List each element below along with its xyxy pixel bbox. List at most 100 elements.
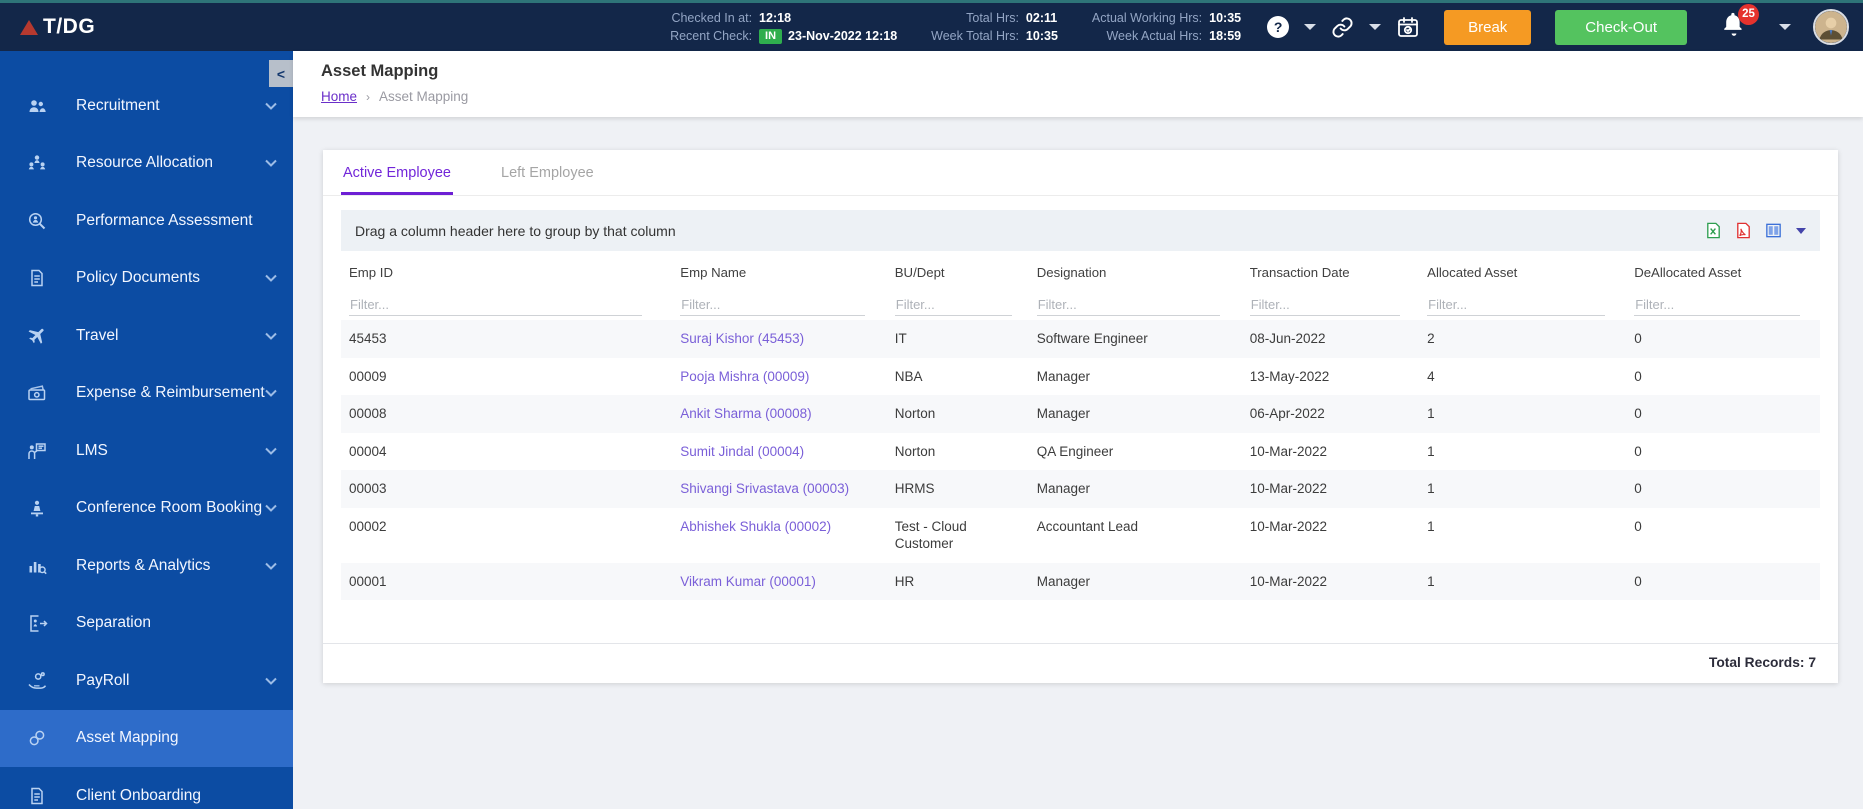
cell-allocated: 1 <box>1427 443 1435 459</box>
cell-allocated: 1 <box>1427 406 1435 422</box>
cell-deallocated: 0 <box>1634 573 1642 589</box>
filter-input-emp-id[interactable] <box>349 294 643 316</box>
cell-allocated: 1 <box>1427 481 1435 497</box>
grid-empty-space <box>341 600 1820 643</box>
chevron-down-icon[interactable] <box>1369 24 1382 30</box>
link-icon[interactable] <box>1331 16 1354 39</box>
sidebar-item-policy-documents[interactable]: Policy Documents <box>0 250 293 308</box>
column-header-transaction-date[interactable]: Transaction Date <box>1242 251 1419 284</box>
calendar-check-icon[interactable] <box>1396 15 1420 39</box>
filter-input-transaction-date[interactable] <box>1249 294 1400 316</box>
cell-transaction-date: 10-Mar-2022 <box>1249 518 1327 534</box>
checkin-stat-group: Checked In at: 12:18 Recent Check: IN 23… <box>670 11 897 44</box>
cell-bu-dept: NBA <box>894 368 923 384</box>
cell-allocated: 4 <box>1427 368 1435 384</box>
cell-transaction-date: 10-Mar-2022 <box>1249 481 1327 497</box>
cell-deallocated: 0 <box>1634 406 1642 422</box>
cell-designation: Manager <box>1036 481 1091 497</box>
sidebar-item-travel[interactable]: Travel <box>0 307 293 365</box>
notification-count-badge: 25 <box>1738 3 1759 25</box>
topbar-icon-cluster: ? <box>1267 15 1420 39</box>
sidebar-item-payroll[interactable]: PayRoll <box>0 652 293 710</box>
filter-input-emp-name[interactable] <box>680 294 865 316</box>
break-button[interactable]: Break <box>1444 9 1532 45</box>
total-records: Total Records: 7 <box>323 643 1838 683</box>
sidebar-item-label: Policy Documents <box>76 269 201 287</box>
podium-icon <box>24 497 50 519</box>
column-chooser-icon[interactable] <box>1764 221 1783 240</box>
cell-allocated: 2 <box>1427 331 1435 346</box>
chevron-down-icon[interactable] <box>1796 227 1806 234</box>
column-header-bu-dept[interactable]: BU/Dept <box>887 251 1029 284</box>
help-icon[interactable]: ? <box>1267 16 1290 38</box>
pdf-export-icon[interactable] <box>1734 221 1753 240</box>
filter-input-bu-dept[interactable] <box>894 294 1012 316</box>
table-row: 00001 Vikram Kumar (00001) HR Manager 10… <box>341 562 1820 601</box>
employee-name-link[interactable]: Suraj Kishor (45453) <box>680 331 804 346</box>
cell-transaction-date: 06-Apr-2022 <box>1249 406 1325 422</box>
column-header-emp-id[interactable]: Emp ID <box>341 251 672 284</box>
sidebar-item-separation[interactable]: Separation <box>0 595 293 653</box>
column-header-allocated-asset[interactable]: Allocated Asset <box>1419 251 1626 284</box>
sidebar-item-asset-mapping[interactable]: Asset Mapping <box>0 709 293 767</box>
week-total-label: Week Total Hrs: <box>931 29 1019 43</box>
cell-emp-id: 00004 <box>349 443 387 459</box>
breadcrumb-home-link[interactable]: Home <box>321 89 357 104</box>
trainer-board-icon <box>24 440 50 462</box>
employee-name-link[interactable]: Sumit Jindal (00004) <box>680 444 804 459</box>
recent-check-datetime: 23-Nov-2022 12:18 <box>788 29 898 43</box>
plane-icon <box>24 325 50 347</box>
sidebar-item-resource-allocation[interactable]: Resource Allocation <box>0 135 293 193</box>
chain-links-icon <box>24 727 50 749</box>
employee-name-link[interactable]: Ankit Sharma (00008) <box>680 406 811 421</box>
check-out-button[interactable]: Check-Out <box>1555 9 1687 45</box>
total-hrs-value: 02:11 <box>1025 11 1058 25</box>
cell-deallocated: 0 <box>1634 443 1642 459</box>
notifications-button[interactable]: 25 <box>1721 3 1759 43</box>
sidebar-item-reports-analytics[interactable]: Reports & Analytics <box>0 537 293 595</box>
employee-name-link[interactable]: Shivangi Srivastava (00003) <box>680 481 849 496</box>
cell-emp-id: 00009 <box>349 368 387 384</box>
magnifier-person-icon <box>24 210 50 232</box>
chevron-down-icon[interactable] <box>1779 24 1791 30</box>
avatar[interactable] <box>1813 9 1849 45</box>
sidebar-item-recruitment[interactable]: Recruitment <box>0 77 293 135</box>
checked-in-label: Checked In at: <box>671 10 753 25</box>
cell-emp-id: 45453 <box>349 331 387 346</box>
sidebar-item-client-onboarding[interactable]: Client Onboarding <box>0 767 293 809</box>
total-hrs-label: Total Hrs: <box>966 11 1019 25</box>
table-row: 00008 Ankit Sharma (00008) Norton Manage… <box>341 395 1820 433</box>
sidebar-item-expense-reimbursement[interactable]: Expense & Reimbursement <box>0 365 293 423</box>
employee-name-link[interactable]: Pooja Mishra (00009) <box>680 369 809 384</box>
sidebar-item-lms[interactable]: LMS <box>0 422 293 480</box>
sidebar-item-performance-assessment[interactable]: Performance Assessment <box>0 192 293 250</box>
filter-input-designation[interactable] <box>1036 294 1220 316</box>
tab-active-employee[interactable]: Active Employee <box>341 150 453 195</box>
column-header-deallocated-asset[interactable]: DeAllocated Asset <box>1626 251 1820 284</box>
recent-check-label: Recent Check: <box>670 29 753 43</box>
document-icon <box>24 267 50 289</box>
actual-hrs-stat-group: Actual Working Hrs: 10:35 Week Actual Hr… <box>1092 11 1241 43</box>
user-photo-icon <box>1815 11 1847 43</box>
cell-deallocated: 0 <box>1634 518 1642 534</box>
cell-deallocated: 0 <box>1634 331 1642 346</box>
group-by-bar[interactable]: Drag a column header here to group by th… <box>341 210 1820 251</box>
excel-export-icon[interactable] <box>1704 221 1723 240</box>
recent-check-value: IN 23-Nov-2022 12:18 <box>759 28 898 44</box>
filter-input-deallocated-asset[interactable] <box>1634 294 1800 316</box>
chevron-down-icon[interactable] <box>1304 24 1317 30</box>
sidebar-item-label: Separation <box>76 614 151 632</box>
filter-input-allocated-asset[interactable] <box>1427 294 1605 316</box>
employee-name-link[interactable]: Abhishek Shukla (00002) <box>680 519 831 534</box>
sidebar-item-conference-room-booking[interactable]: Conference Room Booking <box>0 480 293 538</box>
tab-left-employee[interactable]: Left Employee <box>499 150 596 195</box>
sidebar-item-label: Client Onboarding <box>76 786 201 804</box>
employee-name-link[interactable]: Vikram Kumar (00001) <box>680 574 816 589</box>
cell-bu-dept: Norton <box>894 406 936 422</box>
cell-transaction-date: 13-May-2022 <box>1249 368 1330 384</box>
column-header-emp-name[interactable]: Emp Name <box>672 251 886 284</box>
actual-working-label: Actual Working Hrs: <box>1091 11 1203 25</box>
column-header-designation[interactable]: Designation <box>1029 251 1242 284</box>
table-header-row: Emp ID Emp Name BU/Dept Designation Tran… <box>341 251 1820 284</box>
brand-logo[interactable]: T/DG <box>20 15 95 39</box>
